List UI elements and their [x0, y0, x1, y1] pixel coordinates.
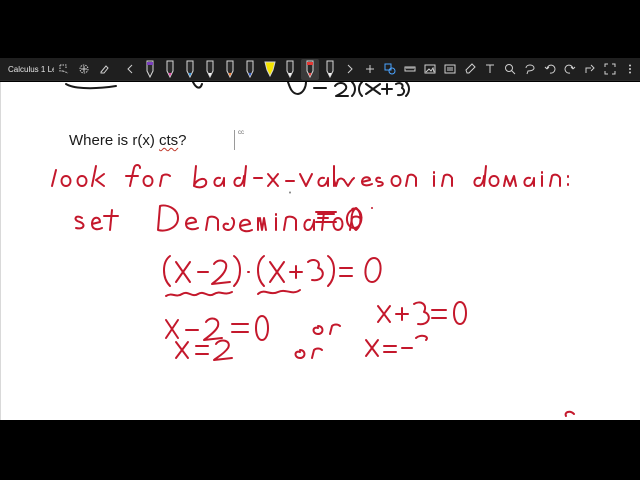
right-tools — [360, 61, 640, 77]
pen-9-active[interactable] — [301, 59, 319, 80]
more-icon[interactable] — [623, 61, 637, 77]
pen-4[interactable] — [203, 60, 217, 78]
lasso-select-icon[interactable] — [57, 61, 71, 77]
ink-toolbar: Calculus 1 Lecture Notes » Online Lectur… — [0, 58, 640, 81]
pen-1[interactable] — [143, 60, 157, 78]
ruler-icon[interactable] — [403, 61, 417, 77]
undo-icon[interactable] — [543, 61, 557, 77]
add-pen-icon[interactable] — [363, 61, 377, 77]
pen-5[interactable] — [223, 60, 237, 78]
insert-space-icon[interactable] — [77, 61, 91, 77]
pen-palette — [120, 59, 360, 80]
pen-2[interactable] — [163, 60, 177, 78]
eraser-icon[interactable] — [97, 61, 111, 77]
share-icon[interactable] — [583, 61, 597, 77]
shapes-icon[interactable] — [383, 61, 397, 77]
expand-icon[interactable] — [603, 61, 617, 77]
lasso-icon[interactable] — [523, 61, 537, 77]
notebook-title: Calculus 1 Lecture Notes » Online Lectur… — [8, 64, 54, 74]
redo-icon[interactable] — [563, 61, 577, 77]
pen-6[interactable] — [243, 60, 257, 78]
math-icon[interactable] — [443, 61, 457, 77]
image-insert-icon[interactable] — [423, 61, 437, 77]
black-ink-top — [65, 82, 410, 97]
handwriting-layer — [51, 82, 575, 417]
highlighter-icon[interactable] — [463, 61, 477, 77]
chevron-left-icon[interactable] — [123, 61, 137, 77]
chevron-right-icon[interactable] — [343, 61, 357, 77]
note-canvas[interactable]: Where is r(x) cts? cc — [0, 82, 640, 420]
pen-8[interactable] — [283, 60, 297, 78]
pen-7[interactable] — [263, 60, 277, 78]
text-icon[interactable] — [483, 61, 497, 77]
zoom-icon[interactable] — [503, 61, 517, 77]
selection-tools — [54, 61, 114, 77]
pen-10[interactable] — [323, 60, 337, 78]
pen-3[interactable] — [183, 60, 197, 78]
red-ink — [51, 164, 575, 417]
